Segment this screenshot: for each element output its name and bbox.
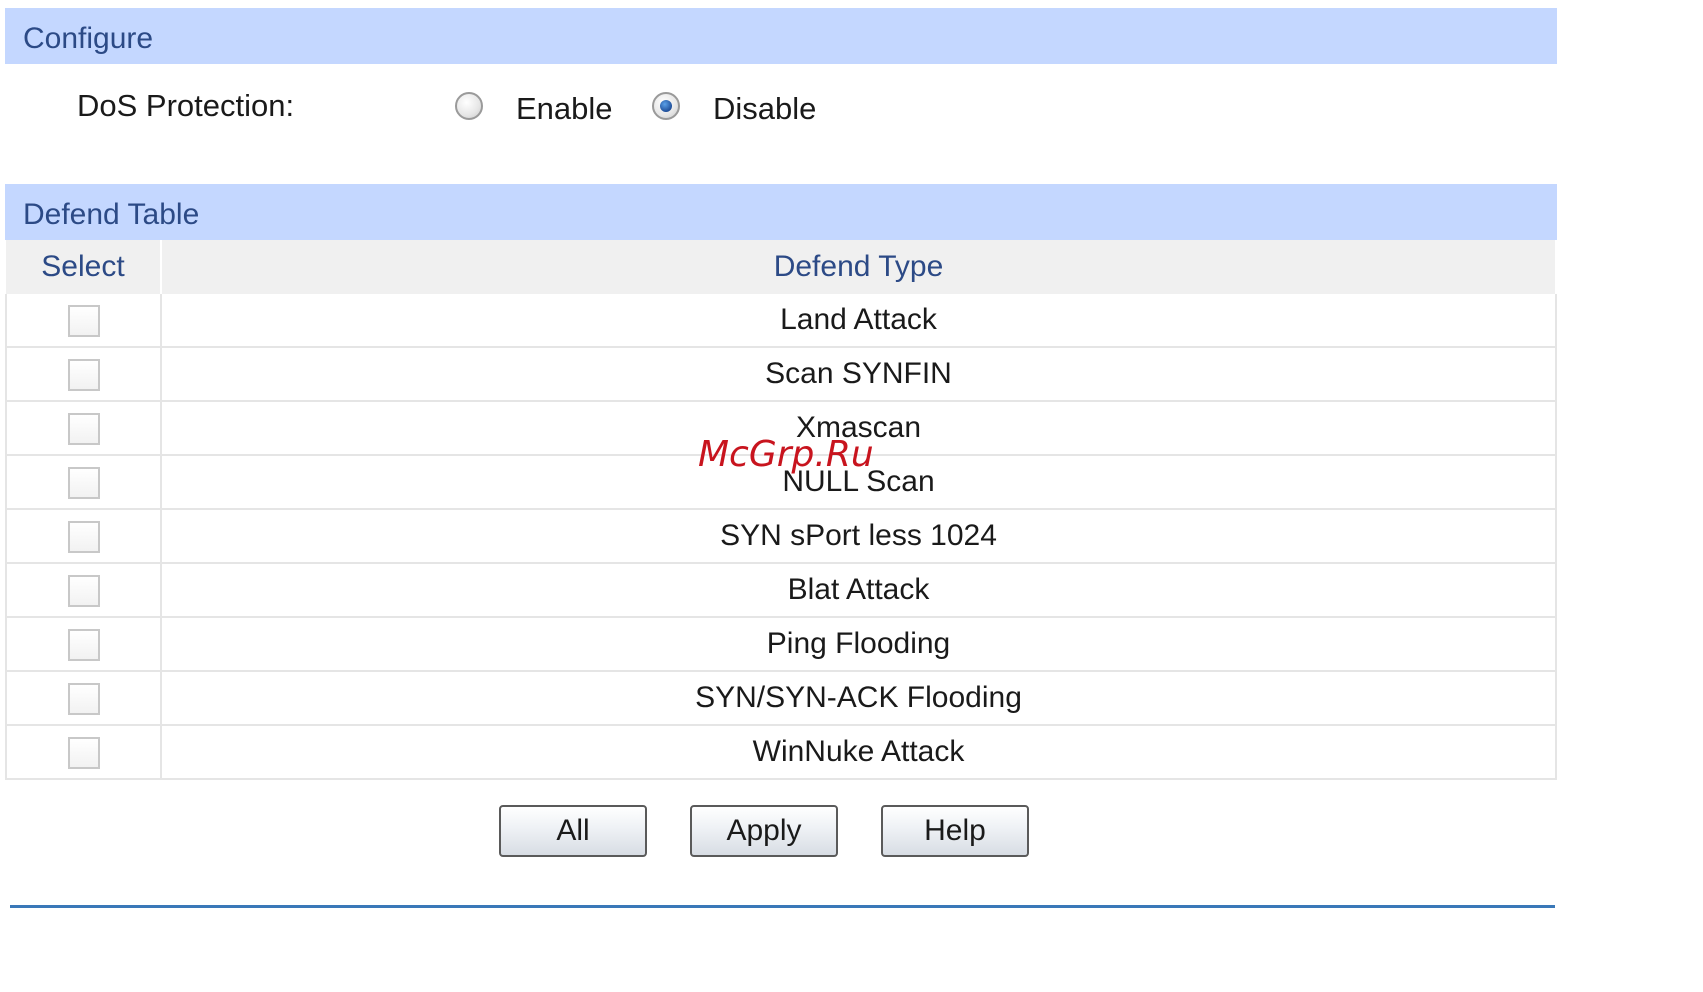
select-checkbox[interactable]: [67, 683, 100, 716]
defend-type-cell: SYN sPort less 1024: [160, 509, 1557, 564]
table-row: Land Attack: [5, 294, 1557, 348]
defend-type-cell: Ping Flooding: [160, 617, 1557, 672]
help-button[interactable]: Help: [881, 805, 1029, 857]
select-checkbox[interactable]: [67, 737, 100, 770]
configure-title: Configure: [23, 22, 154, 55]
enable-radio[interactable]: [455, 92, 483, 120]
defend-type-cell: Land Attack: [160, 294, 1557, 348]
select-checkbox[interactable]: [67, 521, 100, 554]
table-row: Xmascan: [5, 401, 1557, 456]
defend-table-header: Defend Table: [5, 184, 1557, 240]
all-button[interactable]: All: [499, 805, 647, 857]
select-checkbox[interactable]: [67, 413, 100, 446]
defend-type-cell: Xmascan: [160, 401, 1557, 456]
table-row: NULL Scan: [5, 455, 1557, 510]
apply-button[interactable]: Apply: [690, 805, 838, 857]
defend-type-cell: SYN/SYN-ACK Flooding: [160, 671, 1557, 726]
defend-table: Select Defend Type Land Attack Scan SYNF…: [5, 240, 1557, 780]
column-header-select: Select: [6, 240, 162, 294]
defend-type-cell: Scan SYNFIN: [160, 347, 1557, 402]
bottom-divider: [10, 905, 1555, 908]
defend-table-title: Defend Table: [23, 198, 200, 231]
select-checkbox[interactable]: [67, 359, 100, 392]
select-checkbox[interactable]: [67, 467, 100, 500]
select-checkbox[interactable]: [67, 575, 100, 608]
select-checkbox[interactable]: [67, 629, 100, 662]
defend-type-cell: WinNuke Attack: [160, 725, 1557, 780]
table-row: Scan SYNFIN: [5, 347, 1557, 402]
enable-radio-label[interactable]: Enable: [516, 91, 613, 127]
column-header-defend-type: Defend Type: [161, 240, 1557, 294]
table-row: SYN/SYN-ACK Flooding: [5, 671, 1557, 726]
table-row: Blat Attack: [5, 563, 1557, 618]
disable-radio-label[interactable]: Disable: [713, 91, 816, 127]
configure-header: Configure: [5, 8, 1557, 64]
table-row: SYN sPort less 1024: [5, 509, 1557, 564]
table-row: WinNuke Attack: [5, 725, 1557, 780]
disable-radio[interactable]: [652, 92, 680, 120]
defend-type-cell: Blat Attack: [160, 563, 1557, 618]
table-header-row: Select Defend Type: [6, 240, 1557, 294]
dos-protection-label: DoS Protection:: [77, 88, 295, 123]
table-row: Ping Flooding: [5, 617, 1557, 672]
defend-type-cell: NULL Scan: [160, 455, 1557, 510]
dos-protection-row: DoS Protection: Enable Disable: [0, 70, 1560, 150]
select-checkbox[interactable]: [67, 305, 100, 338]
